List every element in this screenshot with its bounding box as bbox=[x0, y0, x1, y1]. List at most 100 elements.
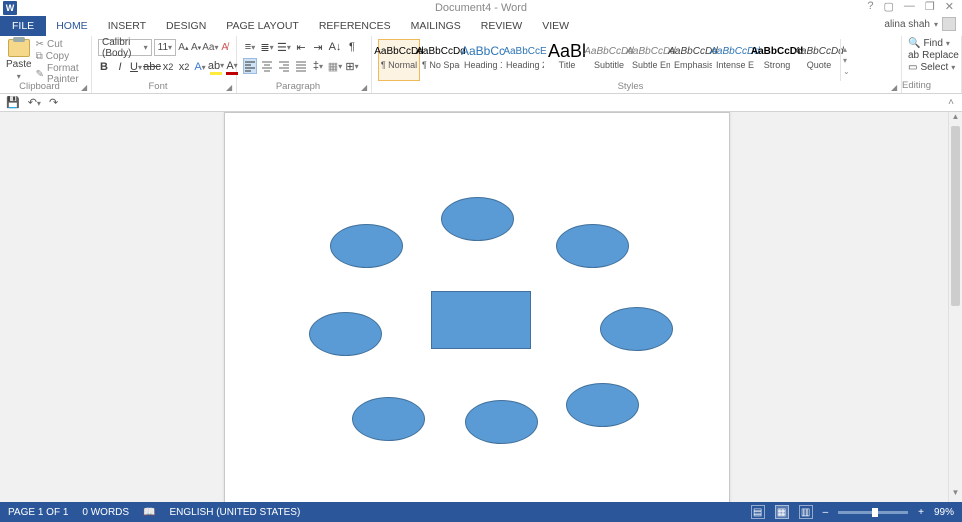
shape-ellipse-8[interactable] bbox=[566, 383, 639, 427]
tab-view[interactable]: VIEW bbox=[532, 16, 579, 36]
numbering-button[interactable]: ≣▾ bbox=[260, 39, 274, 55]
style-sample: AaBbCcDd bbox=[590, 42, 628, 60]
style-sample: AaBbCcDd bbox=[800, 42, 838, 60]
tab-file[interactable]: FILE bbox=[0, 16, 46, 36]
italic-button[interactable]: I bbox=[114, 59, 126, 75]
decrease-indent-button[interactable]: ⇤ bbox=[294, 39, 308, 55]
shape-ellipse-1[interactable] bbox=[441, 197, 514, 241]
font-name-select[interactable]: Calibri (Body)▾ bbox=[98, 39, 152, 56]
styles-launcher-icon[interactable]: ◢ bbox=[891, 83, 899, 91]
word-count[interactable]: 0 WORDS bbox=[82, 507, 129, 518]
scroll-up-icon[interactable]: ▲ bbox=[949, 112, 962, 126]
shape-ellipse-7[interactable] bbox=[465, 400, 538, 444]
tab-references[interactable]: REFERENCES bbox=[309, 16, 401, 36]
style-heading-1[interactable]: AaBbCcHeading 1 bbox=[462, 39, 504, 81]
close-icon[interactable]: ✕ bbox=[945, 0, 954, 13]
justify-button[interactable] bbox=[294, 58, 308, 74]
zoom-level[interactable]: 99% bbox=[934, 507, 954, 518]
increase-indent-button[interactable]: ⇥ bbox=[311, 39, 325, 55]
zoom-slider[interactable] bbox=[838, 511, 908, 514]
web-layout-button[interactable]: ▥ bbox=[799, 505, 813, 519]
tab-review[interactable]: REVIEW bbox=[471, 16, 532, 36]
borders-button[interactable]: ⊞▾ bbox=[345, 58, 359, 74]
style--normal[interactable]: AaBbCcDd¶ Normal bbox=[378, 39, 420, 81]
line-spacing-button[interactable]: ‡▾ bbox=[311, 58, 325, 74]
tab-insert[interactable]: INSERT bbox=[98, 16, 156, 36]
paste-button[interactable]: Paste ▾ bbox=[6, 39, 32, 81]
change-case-button[interactable]: Aa▾ bbox=[203, 39, 217, 56]
superscript-button[interactable]: x2 bbox=[178, 59, 190, 75]
style-title[interactable]: AaBlTitle bbox=[546, 39, 588, 81]
tab-mailings[interactable]: MAILINGS bbox=[401, 16, 471, 36]
text-effects-button[interactable]: A▾ bbox=[194, 59, 206, 75]
style-sample: AaBbCcDd bbox=[674, 42, 712, 60]
help-icon[interactable]: ? bbox=[867, 0, 873, 13]
shape-rectangle[interactable] bbox=[431, 291, 531, 349]
style-heading-2[interactable]: AaBbCcEHeading 2 bbox=[504, 39, 546, 81]
zoom-out-button[interactable]: – bbox=[823, 507, 829, 518]
style-intense-e-[interactable]: AaBbCcDdIntense E... bbox=[714, 39, 756, 81]
tab-home[interactable]: HOME bbox=[46, 16, 98, 36]
highlight-button[interactable]: ab▾ bbox=[210, 59, 222, 75]
shape-ellipse-6[interactable] bbox=[352, 397, 425, 441]
vertical-scrollbar[interactable]: ▲ ▼ bbox=[948, 112, 962, 502]
tab-page-layout[interactable]: PAGE LAYOUT bbox=[216, 16, 309, 36]
save-button[interactable]: 💾 bbox=[6, 96, 20, 109]
clear-format-button[interactable]: A̸ bbox=[219, 39, 230, 56]
style-quote[interactable]: AaBbCcDdQuote bbox=[798, 39, 840, 81]
redo-button-qat[interactable]: ↷ bbox=[49, 96, 58, 109]
replace-button[interactable]: abReplace bbox=[908, 50, 955, 61]
paragraph-launcher-icon[interactable]: ◢ bbox=[361, 83, 369, 91]
page[interactable] bbox=[224, 112, 730, 502]
font-launcher-icon[interactable]: ◢ bbox=[226, 83, 234, 91]
show-marks-button[interactable]: ¶ bbox=[345, 39, 359, 55]
ribbon-display-icon[interactable]: ▢ bbox=[884, 0, 894, 13]
read-mode-button[interactable]: ▤ bbox=[751, 505, 765, 519]
collapse-ribbon-icon[interactable]: ˄ bbox=[948, 97, 954, 108]
select-button[interactable]: ▭Select ▾ bbox=[908, 62, 955, 73]
zoom-in-button[interactable]: + bbox=[918, 507, 924, 518]
tab-design[interactable]: DESIGN bbox=[156, 16, 216, 36]
font-size-select[interactable]: 11▾ bbox=[154, 39, 176, 56]
subscript-button[interactable]: x2 bbox=[162, 59, 174, 75]
style--no-spac-[interactable]: AaBbCcDd¶ No Spac... bbox=[420, 39, 462, 81]
grow-font-button[interactable]: A▴ bbox=[178, 39, 189, 56]
shrink-font-button[interactable]: A▾ bbox=[191, 39, 202, 56]
group-label-paragraph: Paragraph bbox=[237, 81, 359, 92]
underline-button[interactable]: U▾ bbox=[130, 59, 142, 75]
minimize-icon[interactable]: — bbox=[904, 0, 915, 13]
align-right-button[interactable] bbox=[277, 58, 291, 74]
bullets-button[interactable]: ≡▾ bbox=[243, 39, 257, 55]
page-count[interactable]: PAGE 1 OF 1 bbox=[8, 507, 68, 518]
shape-ellipse-4[interactable] bbox=[309, 312, 382, 356]
align-center-button[interactable] bbox=[260, 58, 274, 74]
sort-button[interactable]: A↓ bbox=[328, 39, 342, 55]
scroll-thumb[interactable] bbox=[951, 126, 960, 306]
shape-ellipse-5[interactable] bbox=[600, 307, 673, 351]
user-account[interactable]: alina shah▾ bbox=[884, 17, 956, 31]
find-button[interactable]: 🔍Find ▾ bbox=[908, 38, 955, 49]
language[interactable]: ENGLISH (UNITED STATES) bbox=[170, 507, 301, 518]
undo-button-qat[interactable]: ↶▾ bbox=[28, 96, 41, 109]
style-strong[interactable]: AaBbCcDdStrong bbox=[756, 39, 798, 81]
replace-icon: ab bbox=[908, 50, 919, 61]
style-subtitle[interactable]: AaBbCcDdSubtitle bbox=[588, 39, 630, 81]
style-emphasis[interactable]: AaBbCcDdEmphasis bbox=[672, 39, 714, 81]
style-subtle-em-[interactable]: AaBbCcDdSubtle Em... bbox=[630, 39, 672, 81]
cut-button[interactable]: ✂Cut bbox=[36, 39, 85, 50]
shape-ellipse-3[interactable] bbox=[556, 224, 629, 268]
align-left-button[interactable] bbox=[243, 58, 257, 74]
bold-button[interactable]: B bbox=[98, 59, 110, 75]
styles-more-button[interactable]: ▴▾⌄ bbox=[840, 39, 854, 81]
shading-button[interactable]: ▦▾ bbox=[328, 58, 342, 74]
zoom-slider-thumb[interactable] bbox=[872, 508, 878, 517]
copy-button[interactable]: ⧉Copy bbox=[36, 51, 85, 62]
spell-check-icon[interactable]: 📖 bbox=[143, 507, 155, 518]
strike-button[interactable]: abc bbox=[146, 59, 158, 75]
multilevel-button[interactable]: ☰▾ bbox=[277, 39, 291, 55]
restore-icon[interactable]: ❐ bbox=[925, 0, 935, 13]
shape-ellipse-2[interactable] bbox=[330, 224, 403, 268]
scroll-down-icon[interactable]: ▼ bbox=[949, 488, 962, 502]
clipboard-launcher-icon[interactable]: ◢ bbox=[81, 83, 89, 91]
print-layout-button[interactable]: ▦ bbox=[775, 505, 789, 519]
